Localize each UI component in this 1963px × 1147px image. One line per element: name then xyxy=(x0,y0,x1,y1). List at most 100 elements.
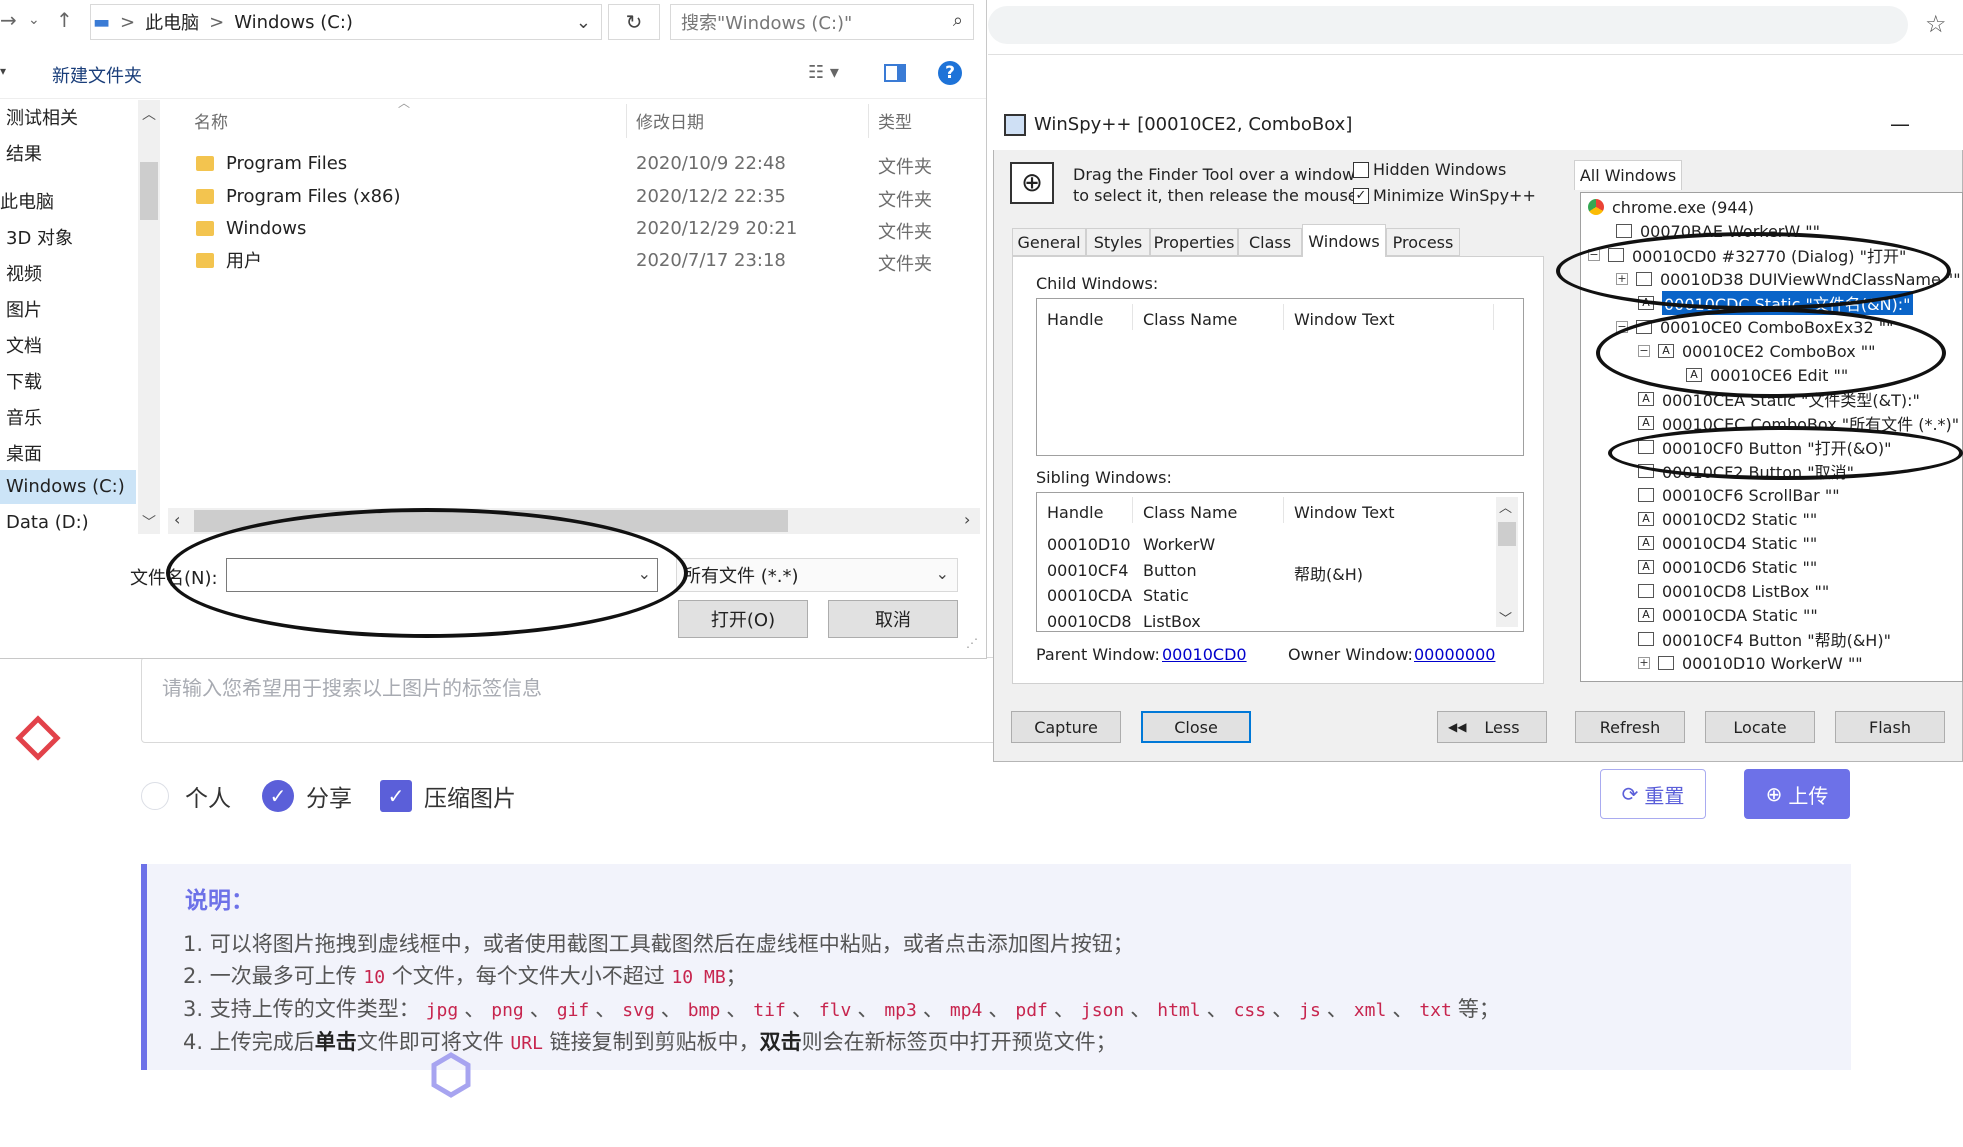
tab-windows[interactable]: Windows xyxy=(1302,224,1386,257)
recent-dropdown-icon[interactable]: ⌄ xyxy=(28,12,40,28)
bookmark-star-icon[interactable]: ☆ xyxy=(1925,10,1947,38)
file-row[interactable]: 用户 xyxy=(196,245,262,275)
tab-class[interactable]: Class xyxy=(1238,228,1302,256)
expand-icon[interactable]: + xyxy=(1638,657,1650,669)
tree-node[interactable]: A 00010CD4 Static "" xyxy=(1638,532,1817,554)
scroll-down-icon[interactable]: ﹀ xyxy=(1499,608,1512,627)
nav-item[interactable]: 3D 对象 xyxy=(6,224,73,250)
tree-node[interactable]: A 00010CE6 Edit "" xyxy=(1686,364,1848,386)
tab-general[interactable]: General xyxy=(1012,228,1086,256)
column-divider[interactable] xyxy=(1493,304,1494,330)
scroll-right-icon[interactable]: › xyxy=(964,510,970,529)
flash-button[interactable]: Flash xyxy=(1835,711,1945,743)
up-icon[interactable]: ↑ xyxy=(56,8,73,32)
child-header-text[interactable]: Window Text xyxy=(1294,310,1395,329)
file-row[interactable]: Program Files xyxy=(196,148,347,178)
nav-item[interactable]: 音乐 xyxy=(6,404,42,430)
tree-node[interactable]: 00010CF0 Button "打开(&O)" xyxy=(1638,436,1892,458)
capture-button[interactable]: Capture xyxy=(1011,711,1121,743)
parent-window-link[interactable]: 00010CD0 xyxy=(1162,645,1247,664)
refresh-button[interactable]: Refresh xyxy=(1575,711,1685,743)
sibling-header-text[interactable]: Window Text xyxy=(1294,503,1395,522)
hidden-windows-checkbox[interactable]: Hidden Windows xyxy=(1353,160,1506,179)
tree-node[interactable]: A 00010CDC Static "文件名(&N):" xyxy=(1638,291,1913,315)
column-divider[interactable] xyxy=(868,104,869,138)
close-button[interactable]: Close xyxy=(1141,711,1251,743)
breadcrumb-pc[interactable]: 此电脑 xyxy=(145,9,199,35)
sibling-scroll-thumb[interactable] xyxy=(1498,522,1516,546)
browser-address-bar[interactable] xyxy=(988,6,1908,44)
sibling-class[interactable]: Static xyxy=(1143,586,1189,605)
tab-process[interactable]: Process xyxy=(1386,228,1460,256)
column-date[interactable]: 修改日期 xyxy=(636,108,704,133)
sibling-text[interactable]: 帮助(&H) xyxy=(1294,561,1363,585)
tree-node[interactable]: +00010D10 WorkerW "" xyxy=(1638,652,1863,674)
child-windows-list[interactable] xyxy=(1036,298,1524,456)
tree-node[interactable]: A 00010CD2 Static "" xyxy=(1638,508,1817,530)
scroll-left-icon[interactable]: ‹ xyxy=(174,510,180,529)
column-type[interactable]: 类型 xyxy=(878,108,912,133)
nav-item[interactable]: 测试相关 xyxy=(6,104,78,130)
tab-properties[interactable]: Properties xyxy=(1150,228,1238,256)
tree-node[interactable]: A 00010CEA Static "文件类型(&T):" xyxy=(1638,388,1920,410)
filetype-select[interactable]: 所有文件 (*.*) ⌄ xyxy=(676,558,958,592)
cancel-button[interactable]: 取消 xyxy=(828,600,958,638)
organize-dropdown-icon[interactable]: ▾ xyxy=(0,64,6,78)
collapse-icon[interactable]: − xyxy=(1616,321,1628,333)
upload-button[interactable]: ⊕ 上传 xyxy=(1744,769,1850,819)
back-icon[interactable]: → xyxy=(0,8,17,32)
scroll-up-icon[interactable]: ︿ xyxy=(142,104,156,124)
owner-window-link[interactable]: 00000000 xyxy=(1414,645,1495,664)
sibling-handle[interactable]: 00010D10 xyxy=(1047,535,1131,554)
file-row[interactable]: Program Files (x86) xyxy=(196,181,401,211)
nav-item[interactable]: 桌面 xyxy=(6,440,42,466)
minimize-icon[interactable]: — xyxy=(1890,112,1910,136)
nav-item[interactable]: Data (D:) xyxy=(6,512,89,533)
chevron-down-icon[interactable]: ⌄ xyxy=(576,12,591,33)
column-divider[interactable] xyxy=(1283,497,1284,523)
help-icon[interactable]: ? xyxy=(938,61,962,85)
scroll-up-icon[interactable]: ︿ xyxy=(1499,497,1512,516)
sibling-class[interactable]: ListBox xyxy=(1143,612,1201,631)
view-options-icon[interactable]: ☷ ▾ xyxy=(808,62,839,83)
personal-radio[interactable]: 个人 xyxy=(141,778,231,814)
sibling-handle[interactable]: 00010CD8 xyxy=(1047,612,1132,631)
column-divider[interactable] xyxy=(626,104,627,138)
nav-item[interactable]: Windows (C:) xyxy=(6,476,125,497)
chevron-down-icon[interactable]: ⌄ xyxy=(638,564,651,583)
refresh-button[interactable]: ↻ xyxy=(608,4,660,40)
column-divider[interactable] xyxy=(1132,497,1133,523)
tree-node[interactable]: − 00010CE0 ComboBoxEx32 "" xyxy=(1616,316,1893,338)
file-row[interactable]: Windows xyxy=(196,213,306,243)
new-folder-button[interactable]: 新建文件夹 xyxy=(52,62,142,88)
tree-node[interactable]: 00010CF6 ScrollBar "" xyxy=(1638,484,1840,506)
nav-item[interactable]: 此电脑 xyxy=(0,188,54,214)
tab-styles[interactable]: Styles xyxy=(1086,228,1150,256)
scroll-down-icon[interactable]: ﹀ xyxy=(142,512,156,532)
all-windows-tab[interactable]: All Windows xyxy=(1574,160,1682,190)
sibling-header-handle[interactable]: Handle xyxy=(1047,503,1103,522)
open-button[interactable]: 打开(O) xyxy=(678,600,808,638)
expand-icon[interactable]: + xyxy=(1616,273,1628,285)
tree-node[interactable]: A 00010CD6 Static "" xyxy=(1638,556,1817,578)
sibling-class[interactable]: Button xyxy=(1143,561,1197,580)
nav-item[interactable]: 文档 xyxy=(6,332,42,358)
tree-node[interactable]: A 00010CEC ComboBox "所有文件 (*.*)" xyxy=(1638,412,1959,434)
child-header-handle[interactable]: Handle xyxy=(1047,310,1103,329)
finder-tool-icon[interactable]: ⊕ xyxy=(1010,162,1054,204)
preview-pane-icon[interactable] xyxy=(884,64,906,82)
compress-checkbox[interactable]: ✓ 压缩图片 xyxy=(380,778,516,814)
locate-button[interactable]: Locate xyxy=(1705,711,1815,743)
collapse-icon[interactable]: − xyxy=(1638,345,1650,357)
address-breadcrumb[interactable]: ▬ > 此电脑 > Windows (C:) ⌄ xyxy=(90,4,602,40)
column-name[interactable]: 名称 xyxy=(194,108,228,133)
tree-node[interactable]: 00010CF2 Button "取消" xyxy=(1638,460,1854,482)
sibling-class[interactable]: WorkerW xyxy=(1143,535,1215,554)
reset-button[interactable]: ⟳ 重置 xyxy=(1600,769,1706,819)
tree-node[interactable]: +00010D38 DUIViewWndClassName "" xyxy=(1616,268,1961,290)
share-radio[interactable]: ✓ 分享 xyxy=(262,778,352,814)
collapse-icon[interactable]: − xyxy=(1588,249,1600,261)
less-button[interactable]: ◀◀ Less xyxy=(1437,711,1547,743)
sibling-header-class[interactable]: Class Name xyxy=(1143,503,1237,522)
tree-node[interactable]: 00010CF4 Button "帮助(&H)" xyxy=(1638,628,1891,650)
